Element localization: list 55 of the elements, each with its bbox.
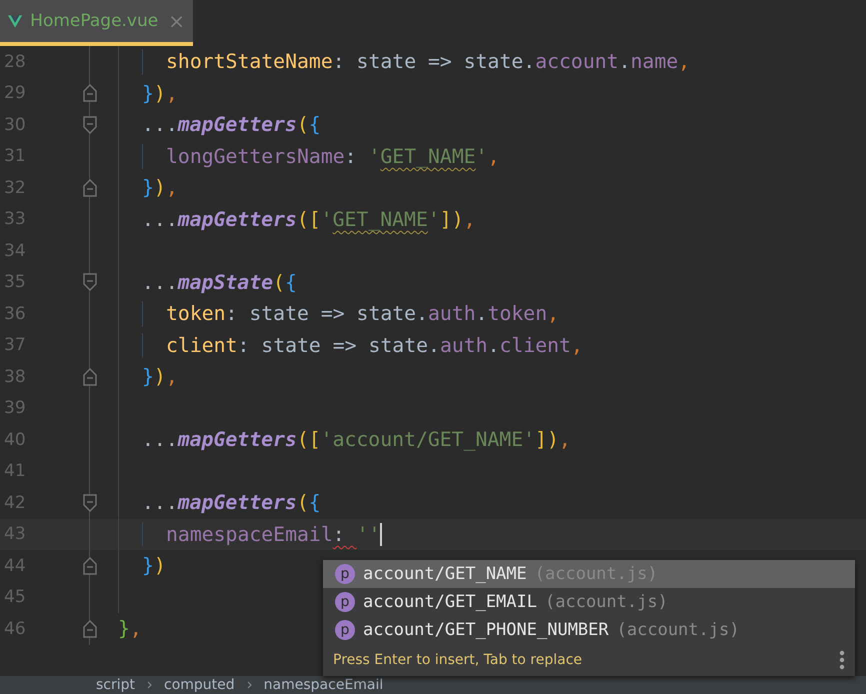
completion-item[interactable]: p account/GET_EMAIL (account.js) (323, 588, 855, 616)
code-line: ...mapGetters({ (142, 491, 321, 514)
fold-icon[interactable] (83, 116, 97, 134)
code-line: ...mapGetters(['account/GET_NAME']), (142, 428, 571, 452)
line-number: 31 (3, 146, 27, 166)
property-icon: p (335, 564, 355, 584)
code-line: client: state => state.auth.client, (166, 334, 583, 357)
property-icon: p (335, 620, 355, 640)
breadcrumb[interactable]: computed (164, 676, 235, 694)
breadcrumb[interactable]: namespaceEmail (264, 676, 384, 694)
line-number: 37 (3, 335, 27, 356)
line-number: 32 (3, 178, 27, 198)
property-icon: p (335, 592, 355, 612)
line-number: 40 (3, 430, 27, 450)
line-number: 33 (3, 209, 27, 230)
tab-title: HomePage.vue (30, 11, 158, 31)
code-line: token: state => state.auth.token, (166, 302, 560, 326)
more-icon[interactable] (839, 650, 845, 670)
line-number: 34 (3, 240, 27, 261)
line-number: 39 (3, 398, 27, 418)
code-line: }), (142, 365, 178, 388)
line-number: 44 (3, 556, 27, 576)
line-number: 35 (3, 272, 27, 292)
code-line: longGettersName: 'GET_NAME', (166, 144, 500, 168)
fold-icon[interactable] (83, 620, 97, 638)
code-line: ...mapState({ (142, 270, 297, 294)
fold-icon[interactable] (83, 178, 97, 197)
code-line: }), (142, 176, 178, 200)
line-number: 42 (3, 492, 27, 513)
code-line: }, (118, 617, 142, 640)
code-line: ...mapGetters(['GET_NAME']), (142, 208, 476, 231)
completion-hint: Press Enter to insert, Tab to replace (333, 652, 582, 668)
fold-icon[interactable] (83, 84, 97, 102)
code-line: namespaceEmail: '' (166, 522, 382, 546)
fold-icon[interactable] (83, 368, 97, 386)
chevron-icon (246, 681, 252, 689)
line-number: 45 (3, 587, 27, 608)
code-line: }), (142, 82, 178, 105)
code-line: }) (142, 554, 166, 578)
line-number: 36 (3, 304, 27, 324)
line-number: 46 (3, 618, 27, 639)
fold-icon[interactable] (83, 556, 97, 575)
completion-item[interactable]: p account/GET_PHONE_NUMBER (account.js) (323, 616, 855, 644)
fold-icon[interactable] (83, 494, 97, 512)
code-line: ...mapGetters({ (142, 113, 321, 136)
code-line: shortStateName: state => state.account.name, (166, 50, 690, 74)
fold-icon[interactable] (83, 273, 97, 292)
line-number: 28 (3, 52, 27, 72)
chevron-icon (147, 681, 152, 689)
line-number: 30 (3, 114, 27, 135)
file-tab[interactable]: HomePage.vue × (0, 0, 193, 46)
line-number: 29 (3, 83, 27, 104)
line-number: 38 (3, 366, 27, 387)
line-number: 41 (3, 461, 27, 482)
breadcrumb[interactable]: script (96, 676, 136, 694)
